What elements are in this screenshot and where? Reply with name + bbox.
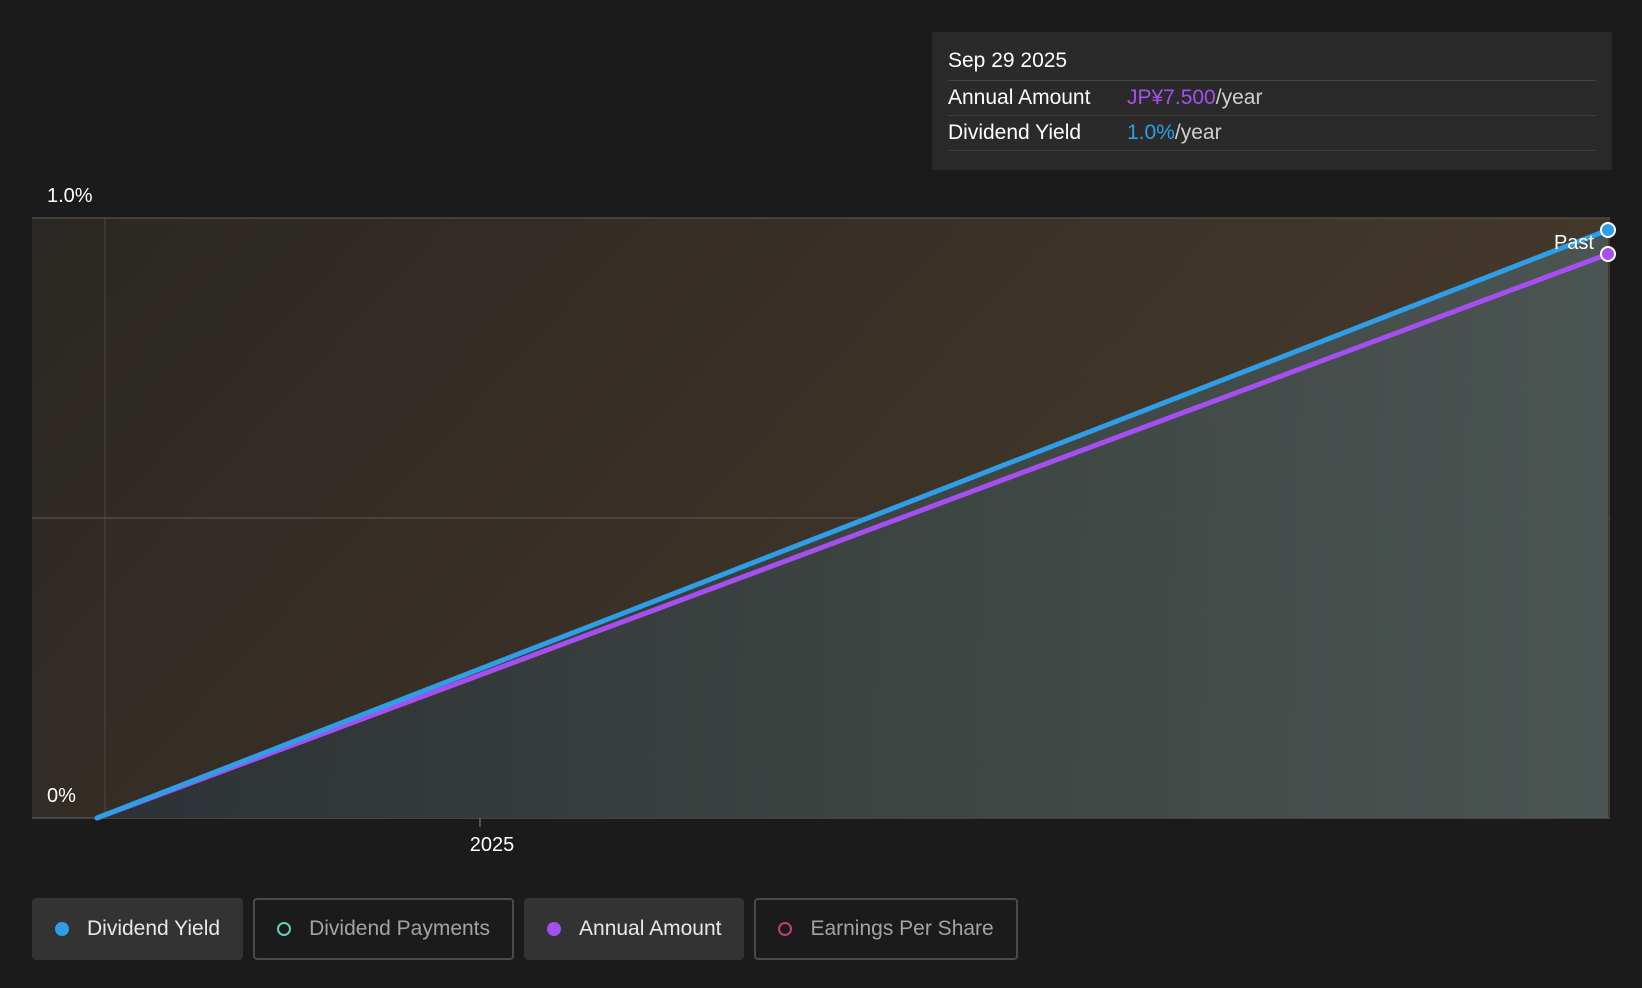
tooltip-value: 1.0% [1127, 121, 1175, 144]
earnings-per-share-ring-icon [778, 922, 793, 936]
tooltip-row-dividend-yield: Dividend Yield 1.0% /year [948, 116, 1596, 151]
tooltip-unit: /year [1215, 86, 1263, 109]
legend-toggle-dividend-yield[interactable]: Dividend Yield [32, 898, 244, 960]
dividend-payments-ring-icon [277, 922, 292, 936]
chart-legend: Dividend Yield Dividend Payments Annual … [32, 898, 1018, 960]
legend-toggle-earnings-per-share[interactable]: Earnings Per Share [754, 898, 1018, 960]
legend-toggle-dividend-payments[interactable]: Dividend Payments [253, 898, 515, 960]
legend-toggle-annual-amount[interactable]: Annual Amount [524, 898, 745, 960]
annual-amount-dot-icon [547, 922, 562, 936]
tooltip-unit: /year [1174, 121, 1222, 144]
legend-label: Annual Amount [579, 917, 722, 940]
legend-label: Earnings Per Share [810, 917, 994, 940]
y-tick-label-bottom: 0% [47, 785, 76, 807]
dividend-yield-end-marker [1600, 222, 1616, 238]
legend-label: Dividend Payments [309, 917, 491, 940]
dividend-yield-dot-icon [55, 922, 69, 936]
tooltip-row-annual-amount: Annual Amount JP¥7.500 /year [948, 81, 1596, 116]
x-tick-label-2025: 2025 [470, 834, 515, 856]
legend-label: Dividend Yield [87, 917, 221, 940]
y-tick-label-top: 1.0% [47, 185, 93, 207]
past-label: Past [1554, 232, 1594, 254]
tooltip-label: Annual Amount [948, 86, 1091, 109]
annual-amount-end-marker [1600, 246, 1616, 262]
tooltip-label: Dividend Yield [948, 121, 1082, 144]
tooltip-value: JP¥7.500 [1127, 86, 1216, 109]
hover-tooltip: Sep 29 2025 Annual Amount JP¥7.500 /year… [932, 32, 1612, 170]
tooltip-date: Sep 29 2025 [948, 46, 1596, 81]
chart-stage: 1.0% 0% 2025 Past Sep 29 2025 Annual Amo… [0, 0, 1642, 988]
